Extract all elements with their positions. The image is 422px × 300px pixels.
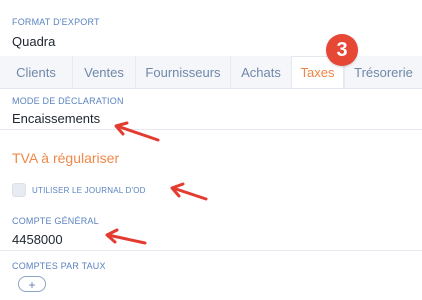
export-format-label: FORMAT D'EXPORT [12,17,100,27]
journal-arrow-icon [170,182,208,201]
tab-fournisseurs[interactable]: Fournisseurs [135,56,230,88]
journal-option-row[interactable]: UTILISER LE JOURNAL D'OD [12,182,146,198]
declaration-mode-field[interactable]: MODE DE DÉCLARATION Encaissements [0,89,422,130]
vat-regularization-title: TVA à régulariser [12,150,120,166]
tab-ventes[interactable]: Ventes [72,56,135,88]
step-number-badge: 3 [326,34,358,66]
add-rate-account-button[interactable]: + [18,276,46,292]
journal-option-checkbox[interactable] [12,183,26,197]
tax-settings-tabs: Clients Ventes Fournisseurs Achats Taxes… [0,56,422,89]
general-account-label: COMPTE GÉNÉRAL [12,216,99,226]
general-account-field[interactable]: COMPTE GÉNÉRAL 4458000 [0,212,422,251]
settings-panel: FORMAT D'EXPORT Quadra Clients Ventes Fo… [0,0,422,300]
accounts-by-rate-section: COMPTES PAR TAUX + [0,256,422,296]
tab-achats[interactable]: Achats [230,56,291,88]
accounts-by-rate-label: COMPTES PAR TAUX [12,261,106,271]
declaration-mode-value[interactable]: Encaissements [12,111,100,126]
journal-option-label: UTILISER LE JOURNAL D'OD [32,185,146,195]
tab-tresorerie[interactable]: Trésorerie [344,56,422,88]
general-account-value[interactable]: 4458000 [12,232,63,247]
tab-clients[interactable]: Clients [0,56,72,88]
general-account-arrow-icon [105,228,147,245]
export-format-value[interactable]: Quadra [12,34,55,49]
export-format-field[interactable]: FORMAT D'EXPORT Quadra [0,0,422,57]
declaration-arrow-icon [114,121,160,142]
declaration-mode-label: MODE DE DÉCLARATION [12,96,124,106]
